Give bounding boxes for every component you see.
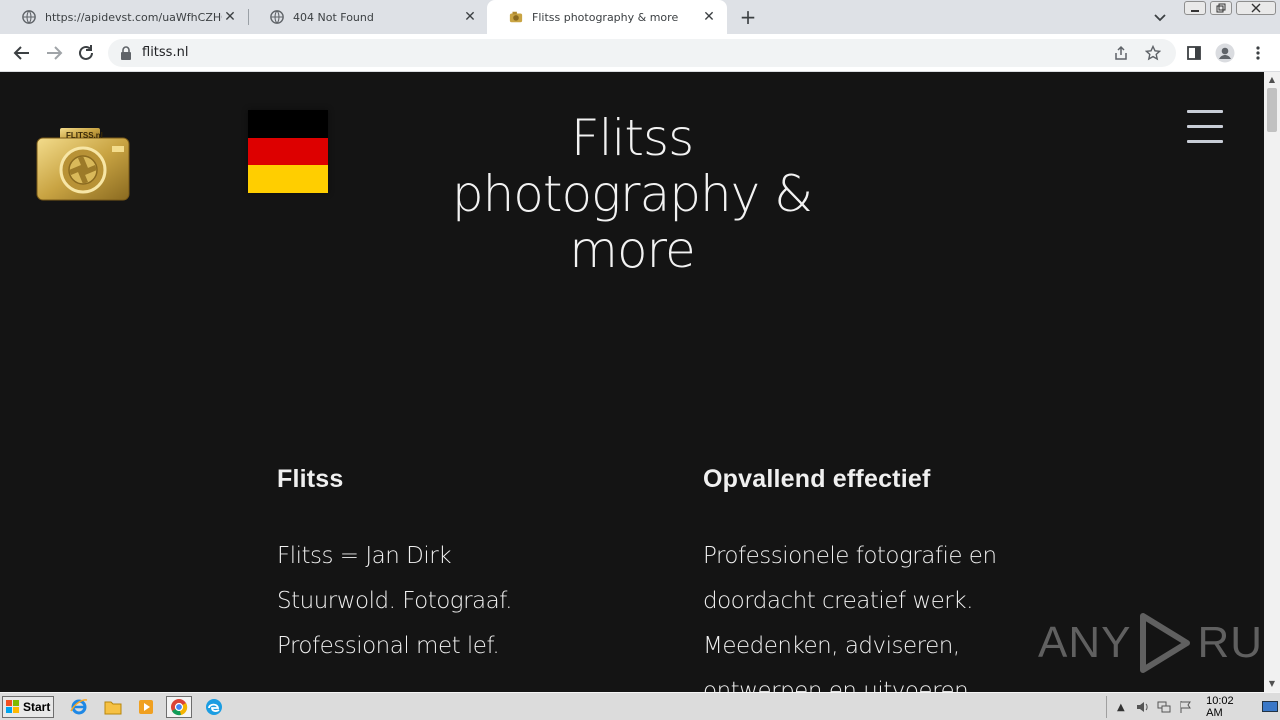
lock-icon[interactable] bbox=[120, 46, 132, 60]
media-player-icon bbox=[139, 700, 153, 714]
new-tab-button[interactable]: + bbox=[737, 7, 759, 27]
tab-strip: https://apidevst.com/uaWfhCZHOIP ✕ 404 N… bbox=[0, 0, 1280, 34]
kebab-menu-icon bbox=[1256, 46, 1260, 60]
tab-apidevst[interactable]: https://apidevst.com/uaWfhCZHOIP ✕ bbox=[0, 0, 248, 34]
close-icon bbox=[1251, 3, 1261, 13]
network-icon[interactable] bbox=[1157, 699, 1173, 715]
restore-icon bbox=[1216, 3, 1226, 13]
hamburger-icon bbox=[1187, 125, 1223, 128]
taskbar-clock[interactable]: 10:02 AM bbox=[1206, 695, 1252, 719]
speaker-icon[interactable] bbox=[1135, 699, 1151, 715]
flag-stripe bbox=[248, 165, 328, 193]
scroll-thumb[interactable] bbox=[1267, 88, 1277, 132]
globe-icon bbox=[270, 10, 284, 24]
menu-button[interactable] bbox=[1248, 43, 1268, 63]
star-icon[interactable] bbox=[1145, 45, 1161, 61]
edge-icon bbox=[206, 699, 222, 715]
tab-close-button[interactable]: ✕ bbox=[462, 9, 478, 25]
globe-icon bbox=[22, 10, 36, 24]
tab-close-button[interactable]: ✕ bbox=[222, 9, 238, 25]
arrow-left-icon bbox=[13, 46, 29, 60]
column-line: Meedenken, adviseren, bbox=[703, 633, 960, 659]
back-button[interactable] bbox=[12, 43, 32, 63]
column-heading: Opvallend effectief bbox=[703, 465, 931, 493]
system-tray: ▲ 10:02 AM bbox=[1106, 695, 1278, 719]
column-line: Professionele fotografie en bbox=[703, 543, 997, 569]
taskbar-media-player[interactable] bbox=[133, 696, 159, 718]
url-text[interactable]: flitss.nl bbox=[142, 45, 188, 60]
scroll-down-arrow-icon[interactable]: ▼ bbox=[1264, 676, 1280, 692]
taskbar-explorer[interactable] bbox=[100, 696, 126, 718]
side-panel-icon bbox=[1187, 46, 1201, 60]
chevron-down-icon[interactable] bbox=[1152, 9, 1168, 25]
taskbar-ie[interactable] bbox=[66, 696, 92, 718]
side-panel-button[interactable] bbox=[1184, 43, 1204, 63]
chrome-icon bbox=[171, 699, 188, 716]
logo-text: FLITSS.nl bbox=[66, 131, 103, 140]
tab-title: 404 Not Found bbox=[293, 10, 374, 24]
taskbar-chrome[interactable] bbox=[166, 696, 192, 718]
taskbar-edge[interactable] bbox=[201, 696, 227, 718]
share-icon[interactable] bbox=[1113, 45, 1129, 61]
column-line: Flitss = Jan Dirk bbox=[277, 543, 452, 569]
profile-button[interactable] bbox=[1215, 43, 1235, 63]
minimize-icon bbox=[1191, 10, 1199, 12]
intro-column-effectief: Opvallend effectief Professionele fotogr… bbox=[703, 462, 1033, 692]
hamburger-menu-button[interactable] bbox=[1187, 108, 1223, 144]
reload-icon bbox=[79, 45, 93, 60]
window-controls bbox=[1184, 1, 1276, 15]
column-line: ontwerpen en uitvoeren. bbox=[703, 678, 976, 692]
window-close-button[interactable] bbox=[1236, 1, 1276, 15]
scroll-up-arrow-icon[interactable]: ▲ bbox=[1264, 72, 1280, 88]
hamburger-icon bbox=[1187, 140, 1223, 143]
internet-explorer-icon bbox=[70, 699, 88, 715]
browser-toolbar: flitss.nl bbox=[0, 34, 1280, 72]
column-line: Professional met lef. bbox=[277, 633, 500, 659]
start-button[interactable]: Start bbox=[2, 696, 54, 718]
folder-icon bbox=[104, 701, 122, 715]
column-line: doordacht creatief werk. bbox=[703, 588, 973, 614]
watermark-text: ANY bbox=[1038, 618, 1132, 667]
flag-stripe bbox=[248, 137, 328, 166]
tab-close-button[interactable]: ✕ bbox=[701, 9, 717, 25]
play-icon bbox=[1140, 613, 1191, 673]
flag-stripe bbox=[248, 110, 328, 138]
profile-icon bbox=[1215, 43, 1235, 63]
page-scrollbar[interactable]: ▲ ▼ bbox=[1264, 72, 1280, 692]
hamburger-icon bbox=[1187, 110, 1223, 113]
tray-chevron-up-icon[interactable]: ▲ bbox=[1113, 699, 1129, 715]
reload-button[interactable] bbox=[76, 43, 96, 63]
tab-404[interactable]: 404 Not Found ✕ bbox=[248, 0, 488, 34]
watermark-text: RUN bbox=[1197, 618, 1264, 667]
flag-notification-icon[interactable] bbox=[1178, 699, 1194, 715]
show-desktop-icon[interactable] bbox=[1261, 699, 1278, 715]
address-bar[interactable]: flitss.nl bbox=[108, 39, 1176, 67]
tab-title: Flitss photography & more bbox=[532, 10, 679, 24]
taskbar: Start ▲ 10:02 AM bbox=[0, 692, 1280, 720]
tab-title: https://apidevst.com/uaWfhCZHOIP bbox=[45, 10, 222, 24]
tab-flitss[interactable]: Flitss photography & more ✕ bbox=[487, 0, 727, 34]
restore-button[interactable] bbox=[1210, 1, 1232, 15]
anyrun-watermark: ANY RUN bbox=[1038, 612, 1264, 674]
site-title: Flitss photography & more bbox=[451, 109, 813, 279]
column-line: Stuurwold. Fotograaf. bbox=[277, 588, 512, 614]
page-viewport: FLITSS.nl Flitss photography & more Flit… bbox=[0, 72, 1264, 692]
arrow-right-icon bbox=[47, 46, 63, 60]
intro-column-flitss: Flitss Flitss = Jan Dirk Stuurwold. Foto… bbox=[277, 462, 607, 669]
german-flag-language-button[interactable] bbox=[248, 110, 328, 193]
start-label: Start bbox=[23, 700, 51, 714]
column-heading: Flitss bbox=[277, 465, 344, 493]
camera-logo[interactable]: FLITSS.nl bbox=[36, 126, 130, 202]
forward-button[interactable] bbox=[44, 43, 64, 63]
minimize-button[interactable] bbox=[1184, 1, 1206, 15]
camera-favicon-icon bbox=[509, 11, 523, 23]
windows-logo-icon bbox=[6, 700, 19, 713]
